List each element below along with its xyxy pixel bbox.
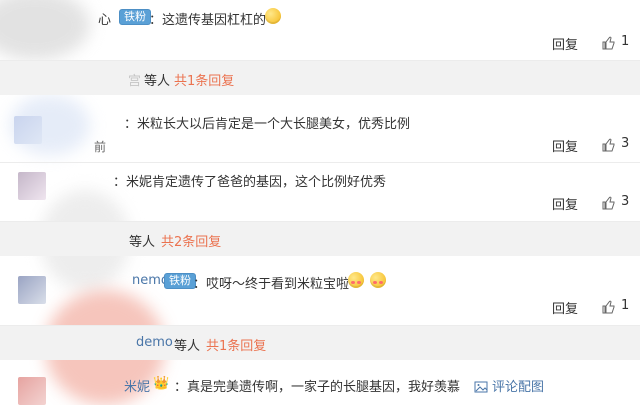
avatar[interactable]	[18, 276, 46, 304]
comment-2-text: ：米粒长大以后肯定是一个大长腿美女，优秀比例	[124, 117, 411, 132]
reply-summary-2-users: 等人	[129, 235, 156, 250]
blush-emoji-icon	[370, 272, 386, 288]
comment-1-like-count: 1	[621, 34, 630, 49]
thumbs-up-icon[interactable]	[601, 195, 615, 210]
comment-1-text: ：这遗传基因杠杠的	[149, 13, 267, 28]
comment-4-reply-button[interactable]: 回复	[552, 298, 578, 317]
comment-2-reply-button[interactable]: 回复	[552, 136, 578, 155]
comment-5-image-link[interactable]: 评论配图	[492, 376, 544, 395]
reply-summary-1-count[interactable]: 共1条回复	[174, 70, 234, 89]
comment-3-reply-button[interactable]: 回复	[552, 194, 578, 213]
comment-5-text: ：真是完美遗传啊，一家子的长腿基因，我好羡慕	[174, 380, 461, 395]
reply-summary-1-avatar-text: 宫	[128, 74, 142, 89]
comment-3-text: ：米妮肯定遗传了爸爸的基因，这个比例好优秀	[113, 175, 387, 190]
reply-summary-3-username[interactable]: demo	[136, 335, 173, 350]
reply-summary-bar-1[interactable]: 宫 等人 共1条回复	[0, 61, 640, 95]
reply-summary-3-users: 等人	[174, 339, 201, 354]
comment-5-username[interactable]: 米妮	[124, 376, 150, 395]
reply-summary-2-count[interactable]: 共2条回复	[161, 231, 221, 250]
comment-1-username[interactable]: 心	[98, 9, 111, 28]
thumbs-up-icon[interactable]	[601, 137, 615, 152]
thinking-emoji-icon	[265, 8, 281, 24]
thumbs-up-icon[interactable]	[601, 299, 615, 314]
comment-4-badge: 铁粉	[164, 273, 196, 289]
comment-2-like-count: 3	[621, 136, 630, 151]
comment-4-text: ：哎呀～终于看到米粒宝啦	[193, 277, 350, 292]
comment-2-time: 前	[94, 140, 107, 154]
image-icon[interactable]	[474, 378, 488, 393]
reply-summary-3-count[interactable]: 共1条回复	[206, 335, 266, 354]
vip-crown-icon: 👑	[153, 376, 170, 391]
reply-summary-1-users: 等人	[144, 74, 171, 89]
avatar[interactable]	[14, 116, 42, 144]
avatar[interactable]	[18, 377, 46, 405]
avatar[interactable]	[18, 172, 46, 200]
divider	[0, 162, 640, 163]
reply-summary-bar-2[interactable]: 等人 共2条回复	[0, 222, 640, 256]
thumbs-up-icon[interactable]	[601, 35, 615, 50]
comment-3-like-count: 3	[621, 194, 630, 209]
comment-1-badge: 铁粉	[119, 9, 151, 25]
comment-4-like-count: 1	[621, 298, 630, 313]
comment-1-reply-button[interactable]: 回复	[552, 34, 578, 53]
blush-emoji-icon	[348, 272, 364, 288]
blur-decoration-top	[0, 0, 90, 60]
reply-summary-bar-3[interactable]: demo 等人 共1条回复	[0, 326, 640, 360]
